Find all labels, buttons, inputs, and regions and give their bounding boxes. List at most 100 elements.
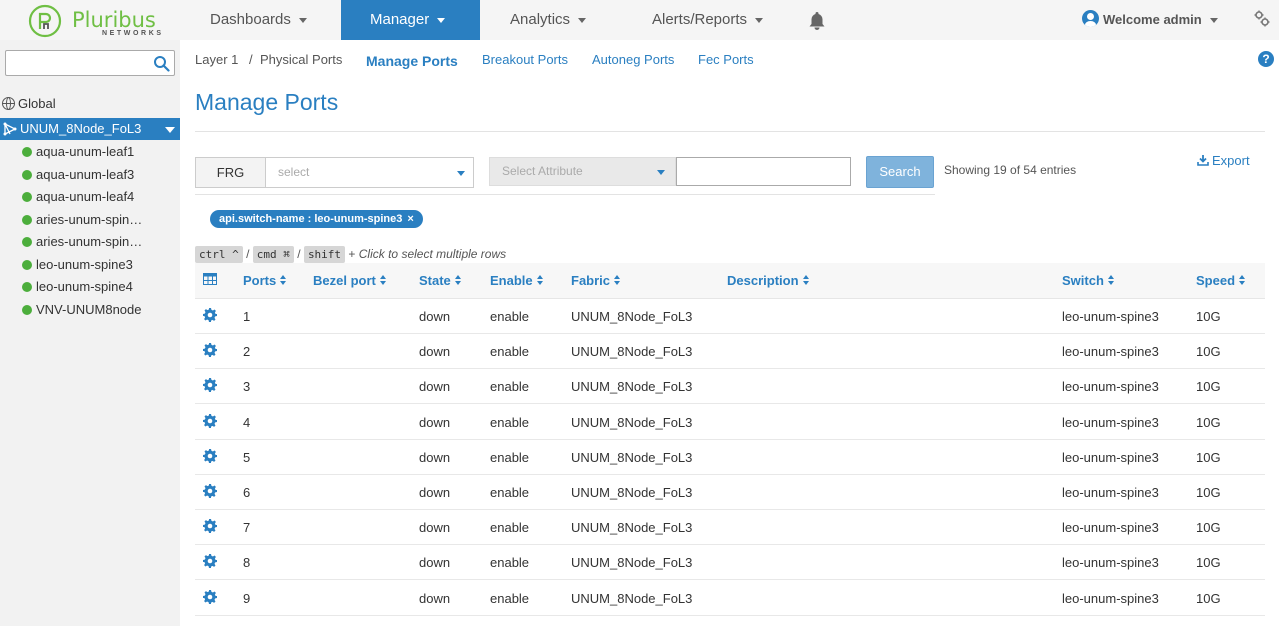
switch-label: aries-unum-spin…	[36, 234, 143, 249]
cell-speed: 10G	[1196, 485, 1221, 500]
table-row[interactable]: 1 down enable UNUM_8Node_FoL3 leo-unum-spine…	[195, 299, 1265, 334]
gear-icon[interactable]	[203, 519, 217, 534]
column-header-enable[interactable]: Enable	[490, 273, 544, 288]
chevron-down-icon	[657, 170, 665, 175]
column-label: Ports	[243, 273, 277, 288]
help-icon[interactable]: ?	[1258, 51, 1274, 67]
export-label: Export	[1212, 153, 1250, 168]
cell-fabric: UNUM_8Node_FoL3	[571, 309, 693, 324]
nav-analytics[interactable]: Analytics	[510, 0, 587, 40]
chevron-down-icon[interactable]	[165, 127, 175, 133]
tree-switch-item[interactable]: aqua-unum-leaf4	[22, 186, 142, 209]
table-row[interactable]: 4 down enable UNUM_8Node_FoL3 leo-unum-spine…	[195, 405, 1265, 440]
search-button[interactable]: Search	[866, 156, 934, 188]
pluribus-logo[interactable]: Pluribus NETWORKS	[28, 4, 161, 38]
column-label: Bezel port	[313, 273, 376, 288]
chevron-down-icon	[298, 17, 307, 23]
nav-dashboards[interactable]: Dashboards	[210, 0, 307, 40]
bell-icon[interactable]	[808, 11, 826, 31]
table-row[interactable]: 9 down enable UNUM_8Node_FoL3 leo-unum-spine…	[195, 581, 1265, 616]
status-dot-icon	[22, 147, 32, 157]
nav-manager[interactable]: Manager	[341, 0, 480, 40]
tree-switch-item[interactable]: aries-unum-spin…	[22, 209, 142, 232]
tab-manage-ports[interactable]: Manage Ports	[366, 53, 458, 69]
column-header-speed[interactable]: Speed	[1196, 273, 1246, 288]
user-menu[interactable]: Welcome admin	[1082, 0, 1218, 40]
tree-fabric[interactable]: UNUM_8Node_FoL3	[0, 118, 180, 140]
tab-fec-ports[interactable]: Fec Ports	[698, 52, 754, 67]
gear-icon[interactable]	[203, 554, 217, 569]
chevron-down-icon	[457, 171, 465, 176]
hint-text: Click to select multiple rows	[358, 247, 507, 261]
attribute-value-input[interactable]	[676, 157, 851, 186]
hint-plus: +	[348, 247, 356, 261]
tree-switch-item[interactable]: leo-unum-spine4	[22, 276, 142, 299]
gear-icon[interactable]	[203, 589, 217, 604]
breadcrumb-layer1[interactable]: Layer 1	[195, 52, 238, 67]
cell-switch: leo-unum-spine3	[1062, 590, 1159, 606]
cell-fabric: UNUM_8Node_FoL3	[571, 344, 693, 360]
cell-switch: leo-unum-spine3	[1062, 414, 1159, 430]
gear-icon[interactable]	[203, 343, 217, 358]
close-icon[interactable]: ×	[407, 213, 413, 225]
divider	[195, 131, 1265, 132]
table-row[interactable]: 6 down enable UNUM_8Node_FoL3 leo-unum-spine…	[195, 475, 1265, 510]
table-row[interactable]: 3 down enable UNUM_8Node_FoL3 leo-unum-spine…	[195, 369, 1265, 405]
sidebar-search-field[interactable]	[5, 50, 175, 76]
cell-switch: leo-unum-spine3	[1062, 485, 1159, 500]
sidebar-search-input[interactable]	[10, 52, 150, 74]
tree-switch-item[interactable]: leo-unum-spine3	[22, 254, 142, 277]
tree-global[interactable]: Global	[2, 96, 56, 111]
table-row[interactable]: 8 down enable UNUM_8Node_FoL3 leo-unum-spine…	[195, 545, 1265, 581]
column-header-bezel-port[interactable]: Bezel port	[313, 273, 387, 288]
column-header-fabric[interactable]: Fabric	[571, 273, 621, 288]
export-button[interactable]: Export	[1197, 153, 1250, 168]
column-header-ports[interactable]: Ports	[243, 273, 287, 288]
switch-label: aries-unum-spin…	[36, 211, 143, 227]
cell-speed: 10G	[1196, 379, 1221, 395]
column-header-switch[interactable]: Switch	[1062, 273, 1115, 288]
tab-autoneg-ports[interactable]: Autoneg Ports	[592, 52, 674, 67]
cell-state: down	[419, 414, 451, 430]
table-row[interactable]: 5 down enable UNUM_8Node_FoL3 leo-unum-spine…	[195, 440, 1265, 475]
cell-port: 7	[243, 520, 251, 536]
frg-select[interactable]: select	[265, 157, 474, 188]
tree-switch-item[interactable]: aries-unum-spin…	[22, 231, 142, 254]
sort-icon	[536, 275, 544, 286]
filter-chip: api.switch-name : leo-unum-spine3 ×	[210, 210, 423, 228]
nav-alerts-reports[interactable]: Alerts/Reports	[652, 0, 764, 40]
gear-icon[interactable]	[203, 308, 217, 322]
page-title: Manage Ports	[195, 89, 339, 115]
attribute-select[interactable]: Select Attribute	[489, 157, 676, 186]
column-header-state[interactable]: State	[419, 273, 462, 288]
breadcrumb-physical-ports[interactable]: Physical Ports	[260, 52, 342, 67]
gear-icon[interactable]	[203, 378, 217, 393]
cell-state: down	[419, 449, 451, 465]
gear-icon[interactable]	[203, 413, 217, 428]
cell-port: 9	[243, 590, 251, 606]
column-label: Fabric	[571, 273, 611, 288]
cell-port: 8	[243, 555, 251, 571]
table-row[interactable]: 2 down enable UNUM_8Node_FoL3 leo-unum-spine…	[195, 334, 1265, 370]
tree-switch-item[interactable]: aqua-unum-leaf1	[22, 141, 142, 164]
user-icon	[1082, 10, 1099, 27]
gear-icon[interactable]	[203, 484, 217, 498]
column-grid-icon[interactable]	[203, 273, 217, 285]
cell-fabric: UNUM_8Node_FoL3	[571, 449, 693, 465]
sort-icon	[802, 275, 810, 286]
gear-icon[interactable]	[203, 448, 217, 463]
breadcrumb-separator: /	[249, 52, 253, 67]
table-row[interactable]: 7 down enable UNUM_8Node_FoL3 leo-unum-spine…	[195, 510, 1265, 546]
cell-state: down	[419, 590, 451, 606]
status-dot-icon	[22, 282, 32, 292]
column-header-description[interactable]: Description	[727, 273, 810, 288]
switch-label: aqua-unum-leaf4	[36, 189, 135, 204]
sort-icon	[1239, 275, 1246, 286]
tab-breakout-ports[interactable]: Breakout Ports	[482, 52, 568, 67]
search-icon[interactable]	[153, 55, 170, 72]
tree-switch-item[interactable]: aqua-unum-leaf3	[22, 164, 142, 187]
tree-switch-item[interactable]: VNV-UNUM8node	[22, 299, 142, 322]
settings-icon[interactable]	[1254, 10, 1270, 28]
entries-count: Showing 19 of 54 entries	[944, 163, 1077, 177]
chevron-down-icon	[1209, 18, 1218, 24]
